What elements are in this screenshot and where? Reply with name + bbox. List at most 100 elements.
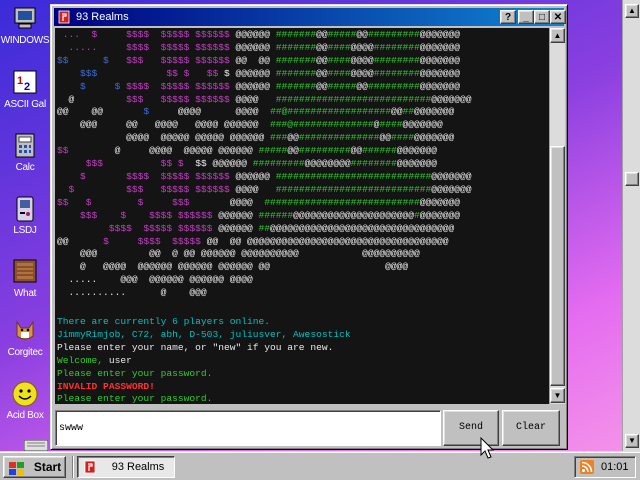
ascii-art-segment: @@@@ @@@@@ @@@@@ @@@@@@ bbox=[57, 132, 271, 144]
ascii-art-segment: ######### bbox=[367, 80, 420, 92]
ascii-art-line: $$$$ $$$$$ $$$$$$ @@@@@@ ##@@@@@@@@@@@@@… bbox=[57, 223, 472, 236]
ascii-art-segment: ## bbox=[402, 106, 414, 118]
ascii-art-segment: @@ bbox=[390, 106, 403, 118]
ascii-art-line: $$ $ $$$ $$$$$ $$$$$$ @@ @@ #######@@###… bbox=[57, 55, 472, 68]
message-log: There are currently 6 players online. Jim… bbox=[57, 316, 351, 404]
ascii-art-segment: @@@@@@ bbox=[235, 29, 276, 40]
terminal-message: There are currently 6 players online. bbox=[57, 316, 351, 329]
ascii-art-segment: ..... @@@ @@@@@@ @@@@@@ @@@@ bbox=[57, 274, 265, 286]
ascii-art-line: ..... @@@ @@@@@@ @@@@@@ @@@@ bbox=[57, 274, 472, 287]
scroll-up-icon[interactable]: ▲ bbox=[550, 28, 565, 43]
corgi-icon bbox=[11, 318, 39, 344]
taskbar-item-93-realms[interactable]: 93 Realms bbox=[77, 456, 175, 478]
svg-text:2: 2 bbox=[24, 81, 30, 93]
ascii-art-segment: @@@@@@@ bbox=[419, 80, 461, 92]
ascii-art-segment: ###### bbox=[258, 209, 294, 221]
ascii-art-line: @@ $ $$$$ $$$$$ @@ @@ @@@@@@@@@@@@@@@@@@… bbox=[57, 236, 472, 249]
desktop-icon-what[interactable]: What bbox=[0, 259, 50, 299]
ascii-art-segment: ... $ bbox=[57, 29, 127, 40]
scrollbar-thumb[interactable] bbox=[625, 172, 639, 186]
ascii-art-segment: @@ bbox=[350, 145, 363, 157]
ascii-art-segment: @@@@@@ bbox=[218, 222, 259, 234]
ascii-art-segment: $$ $ bbox=[126, 158, 196, 170]
ascii-art-segment: $$$$ $$$$$ $$$$$$ bbox=[126, 41, 236, 53]
ascii-art-segment: @@@@@@@ bbox=[419, 41, 461, 53]
ascii-art-segment: @@@@@@@@@@@@@@@@@@@@@ bbox=[293, 209, 414, 221]
ascii-art-segment: @@@@@@@ bbox=[419, 67, 461, 79]
desktop-icon-label: WINDOWS bbox=[0, 35, 50, 46]
ascii-art-segment: ## bbox=[258, 222, 271, 234]
clock: 01:01 bbox=[601, 461, 629, 473]
command-input-box[interactable] bbox=[55, 410, 441, 446]
command-input[interactable] bbox=[59, 421, 429, 435]
minimize-button[interactable]: _ bbox=[518, 10, 534, 24]
clear-button[interactable]: Clear bbox=[502, 410, 560, 446]
taskbar-item-label: 93 Realms bbox=[111, 461, 165, 473]
desktop-icon-ascii-gallery[interactable]: 12 ASCII Gal bbox=[0, 70, 50, 110]
desktop-icon-acid-box[interactable]: Acid Box bbox=[0, 381, 50, 421]
ascii-art-segment: $$$ bbox=[57, 209, 121, 221]
ascii-art-segment: @@ @@ bbox=[235, 54, 276, 66]
terminal-message-text: INVALID PASSWORD! bbox=[57, 380, 155, 392]
ascii-art-segment: $$$ $$$$$ $$$$$$ bbox=[103, 183, 236, 195]
ascii-art-segment: @@@@@@@ bbox=[431, 183, 472, 195]
ascii-art-segment: @@@ @@ @@@@ @@@@ @@@@@@ bbox=[57, 119, 271, 131]
close-button[interactable]: ✕ bbox=[550, 10, 566, 24]
ascii-art-segment: ###### bbox=[362, 145, 397, 157]
start-button[interactable]: Start bbox=[3, 456, 66, 478]
desktop-icon-windows[interactable]: WINDOWS bbox=[0, 6, 50, 46]
ascii-art-segment: ########################### bbox=[275, 183, 432, 195]
ascii-art-segment: @@@@ bbox=[212, 196, 265, 208]
ascii-art-segment: ####### bbox=[275, 67, 317, 79]
ascii-art-segment: @@ bbox=[356, 29, 368, 40]
ascii-art-line: $$ @ @@@@ @@@@@ @@@@@@ #####@@#########@… bbox=[57, 145, 472, 158]
terminal-message-text: Welcome, bbox=[57, 354, 109, 366]
ascii-art-segment: $$ @@@@@@ bbox=[195, 158, 253, 170]
calculator-icon bbox=[11, 133, 39, 159]
ascii-art-segment: $$$$ $$$$$ $$$$$$ bbox=[126, 80, 236, 92]
ascii-art-segment: #### bbox=[327, 54, 351, 66]
terminal-scrollbar[interactable]: ▲ ▼ bbox=[549, 28, 565, 404]
scroll-down-icon[interactable]: ▼ bbox=[625, 434, 639, 448]
ascii-art-segment: @@@@@@ bbox=[218, 209, 259, 221]
ascii-art-segment: @@@@ bbox=[235, 183, 276, 195]
ascii-art-segment: $$$$ $$$$$ $$$$$$ bbox=[57, 222, 219, 234]
ascii-art-segment: @@@@@@ bbox=[235, 41, 276, 53]
ascii-art-segment: @@@@ bbox=[235, 93, 276, 105]
ascii-art-segment: $ $ bbox=[57, 80, 127, 92]
ascii-art-segment: @@ bbox=[316, 54, 328, 66]
maximize-button[interactable]: □ bbox=[534, 10, 550, 24]
ascii-art-line: $$$ $ $$$$ $$$$$$ @@@@@@ ######@@@@@@@@@… bbox=[57, 210, 472, 223]
window-titlebar[interactable]: 93 Realms ? _ □ ✕ bbox=[54, 8, 566, 26]
ascii-art-line: $ $ $$$$ $$$$$ $$$$$$ @@@@@@ #######@@##… bbox=[57, 81, 472, 94]
ascii-art-segment: @@@@ bbox=[166, 106, 207, 118]
ascii-art-line: @@@ @@ @ @@ @@@@@@ @@@@@@@@@@ @@@@@@@@@@ bbox=[57, 248, 472, 261]
ascii-art-segment: ##@################## bbox=[270, 106, 391, 118]
scroll-up-icon[interactable]: ▲ bbox=[625, 4, 639, 18]
scrollbar-thumb[interactable] bbox=[550, 146, 565, 386]
desktop-icon-lsdj[interactable]: LSDJ bbox=[0, 196, 50, 236]
mouse-cursor-icon bbox=[480, 436, 495, 459]
ascii-art-segment: @@@@@@ bbox=[235, 170, 276, 182]
ascii-art-segment: $ $$$$ $$$$$$ bbox=[120, 209, 219, 221]
desktop-icon-calc[interactable]: Calc bbox=[0, 133, 50, 173]
help-button[interactable]: ? bbox=[500, 10, 516, 24]
ascii-art-segment: $ $$$$ $$$$$ bbox=[103, 235, 207, 247]
ascii-art-segment: $ bbox=[57, 183, 104, 195]
ascii-art-segment: ##### bbox=[327, 29, 357, 40]
background-scrollbar[interactable]: ▲ ▼ bbox=[622, 0, 640, 451]
terminal-message-text: Please enter your password. bbox=[57, 367, 213, 379]
realms-window: 93 Realms ? _ □ ✕ ... $ $$$$ $$$$$ $$$$$… bbox=[50, 4, 568, 450]
ascii-art-segment: ##### bbox=[327, 80, 357, 92]
ascii-art-segment: $ bbox=[126, 106, 167, 118]
scroll-down-icon[interactable]: ▼ bbox=[550, 388, 565, 403]
desktop-icon-corgitec[interactable]: Corgitec bbox=[0, 318, 50, 358]
terminal-message-text: JimmyRimjob, C72, abh, D-503, juliusver,… bbox=[57, 328, 351, 340]
rss-icon[interactable] bbox=[580, 460, 594, 480]
ascii-art-segment: $ $$$ bbox=[120, 196, 213, 208]
svg-text:1: 1 bbox=[17, 75, 23, 87]
ascii-art-segment: @ @@@@ @@@@@@ @@@@@@ @@@@@@ @@ @@@@ bbox=[57, 261, 409, 273]
ascii-art-segment: @@ bbox=[316, 67, 328, 79]
ascii-art-line: @ $$$ $$$$$ $$$$$$ @@@@ ################… bbox=[57, 94, 472, 107]
ascii-art-segment: @@ bbox=[287, 145, 299, 157]
